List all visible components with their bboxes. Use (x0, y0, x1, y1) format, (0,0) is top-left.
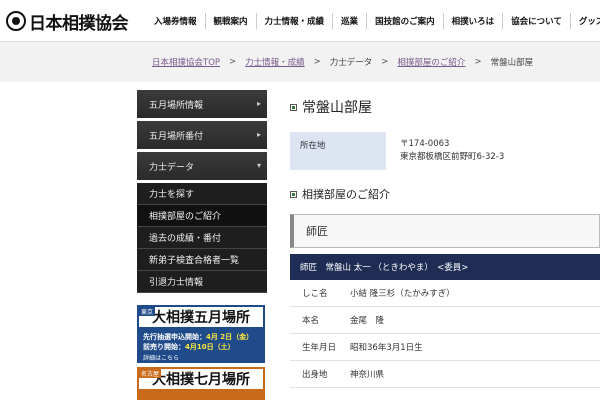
sidebar-subitem-heya[interactable]: 相撲部屋のご紹介 (137, 205, 267, 227)
sidebar-subitem-retired[interactable]: 引退力士情報 (137, 271, 267, 293)
profile-label: 出身地 (302, 370, 328, 380)
main-content: 常盤山部屋 所在地 〒174-0063 東京都板橋区前野町6-32-3 相撲部屋… (290, 96, 600, 388)
july-tournament-banner[interactable]: 大相撲七月場所 名古屋 (137, 367, 265, 400)
profile-value: 神奈川県 (350, 370, 385, 380)
breadcrumb-current: 常盤山部屋 (490, 58, 534, 68)
address-zip: 〒174-0063 (400, 139, 450, 149)
nav-item-sumo-basics[interactable]: 相撲いろは (444, 0, 503, 42)
sidebar-item-label: 力士データ (149, 162, 195, 173)
address-label: 所在地 (290, 132, 386, 170)
sidebar-item-label: 五月場所番付 (149, 131, 204, 142)
heading-marker-icon (290, 103, 297, 111)
breadcrumb-text-data: 力士データ (329, 58, 373, 68)
sidebar: 五月場所情報 ▸ 五月場所番付 ▸ 力士データ ▾ 力士を探す 相撲部屋のご紹介… (137, 90, 267, 400)
banner-line-lottery: 先行抽選申込開始：4月 2日（金） (143, 332, 253, 342)
nav-item-tickets[interactable]: 入場券情報 (146, 0, 205, 42)
heading-marker-icon (290, 190, 297, 198)
profile-row: 出身地 神奈川県 (290, 361, 600, 388)
banner-more-link[interactable]: 詳細はこちら (143, 353, 179, 362)
profile-value: 金尾 隆 (350, 316, 385, 326)
banner-line-date: 4月10日（土） (185, 343, 235, 351)
banner-line-date: 4月 2日（金） (206, 333, 254, 341)
may-tournament-banner[interactable]: 大相撲五月場所 東京 先行抽選申込開始：4月 2日（金） 前売り開始：4月10日… (137, 305, 265, 363)
site-logo[interactable]: 日本相撲協会 (6, 9, 129, 34)
sidebar-subitem-search[interactable]: 力士を探す (137, 183, 267, 205)
nav-item-viewing-guide[interactable]: 観戦案内 (206, 0, 256, 42)
logo-emblem-icon (6, 11, 26, 31)
sidebar-item-may-banzuke[interactable]: 五月場所番付 ▸ (137, 121, 267, 149)
page-title-text: 常盤山部屋 (302, 100, 372, 116)
breadcrumb-separator: > (313, 57, 321, 67)
sidebar-item-label: 五月場所情報 (149, 100, 204, 111)
sidebar-subitem-past-results[interactable]: 過去の成績・番付 (137, 227, 267, 249)
logo-text: 日本相撲協会 (29, 13, 129, 34)
breadcrumb-link-heya[interactable]: 相撲部屋のご紹介 (397, 56, 465, 68)
banner-tag: 東京 (139, 307, 156, 316)
address-block: 所在地 〒174-0063 東京都板橋区前野町6-32-3 (290, 132, 600, 170)
breadcrumb: 日本相撲協会TOP > 力士情報・成績 > 力士データ > 相撲部屋のご紹介 >… (0, 42, 600, 82)
breadcrumb-separator: > (229, 57, 237, 67)
address-value: 〒174-0063 東京都板橋区前野町6-32-3 (386, 132, 504, 170)
sidebar-item-may-info[interactable]: 五月場所情報 ▸ (137, 90, 267, 118)
banner-line-presale: 前売り開始：4月10日（土） (143, 342, 235, 352)
profile-value: 昭和36年3月1日生 (350, 343, 423, 353)
banner-title: 大相撲五月場所 (137, 305, 265, 329)
master-heading: 師匠 (290, 214, 600, 248)
profile-label: 本名 (302, 316, 320, 326)
profile-label: 生年月日 (302, 343, 337, 353)
profile-value: 小結 隆三杉（たかみすぎ） (350, 289, 455, 299)
profile-row: 生年月日 昭和36年3月1日生 (290, 334, 600, 361)
site-header: 日本相撲協会 入場券情報 観戦案内 力士情報・成績 巡業 国技館のご案内 相撲い… (0, 0, 600, 42)
nav-item-about[interactable]: 協会について (503, 0, 570, 42)
chevron-down-icon: ▾ (256, 161, 261, 170)
address-line: 東京都板橋区前野町6-32-3 (400, 152, 505, 162)
banner-line-label: 先行抽選申込開始： (143, 333, 206, 341)
sidebar-item-rikishi-data[interactable]: 力士データ ▾ (137, 152, 267, 180)
section-title-text: 相撲部屋のご紹介 (302, 188, 390, 201)
nav-item-goods[interactable]: グッズ (571, 0, 600, 42)
breadcrumb-link-top[interactable]: 日本相撲協会TOP (152, 56, 220, 68)
banner-tag: 名古屋 (139, 369, 162, 378)
sidebar-subitem-new-recruits[interactable]: 新弟子検査合格者一覧 (137, 249, 267, 271)
breadcrumb-link-rikishi[interactable]: 力士情報・成績 (245, 56, 305, 68)
main-nav: 入場券情報 観戦案内 力士情報・成績 巡業 国技館のご案内 相撲いろは 協会につ… (146, 0, 600, 42)
chevron-right-icon: ▸ (256, 99, 261, 108)
profile-row: 本名 金尾 隆 (290, 307, 600, 334)
banner-line-label: 前売り開始： (143, 343, 185, 351)
breadcrumb-separator: > (474, 57, 482, 67)
chevron-right-icon: ▸ (256, 130, 261, 139)
profile-row: しこ名 小結 隆三杉（たかみすぎ） (290, 280, 600, 307)
nav-item-rikishi[interactable]: 力士情報・成績 (257, 0, 333, 42)
section-title: 相撲部屋のご紹介 (290, 186, 600, 202)
profile-label: しこ名 (302, 289, 328, 299)
master-name-bar: 師匠 常盤山 太一 （ときわやま） <委員> (290, 254, 600, 280)
nav-item-kokugikan[interactable]: 国技館のご案内 (367, 0, 443, 42)
page-title: 常盤山部屋 (290, 96, 600, 118)
nav-item-jungyo[interactable]: 巡業 (333, 0, 366, 42)
breadcrumb-separator: > (381, 57, 389, 67)
